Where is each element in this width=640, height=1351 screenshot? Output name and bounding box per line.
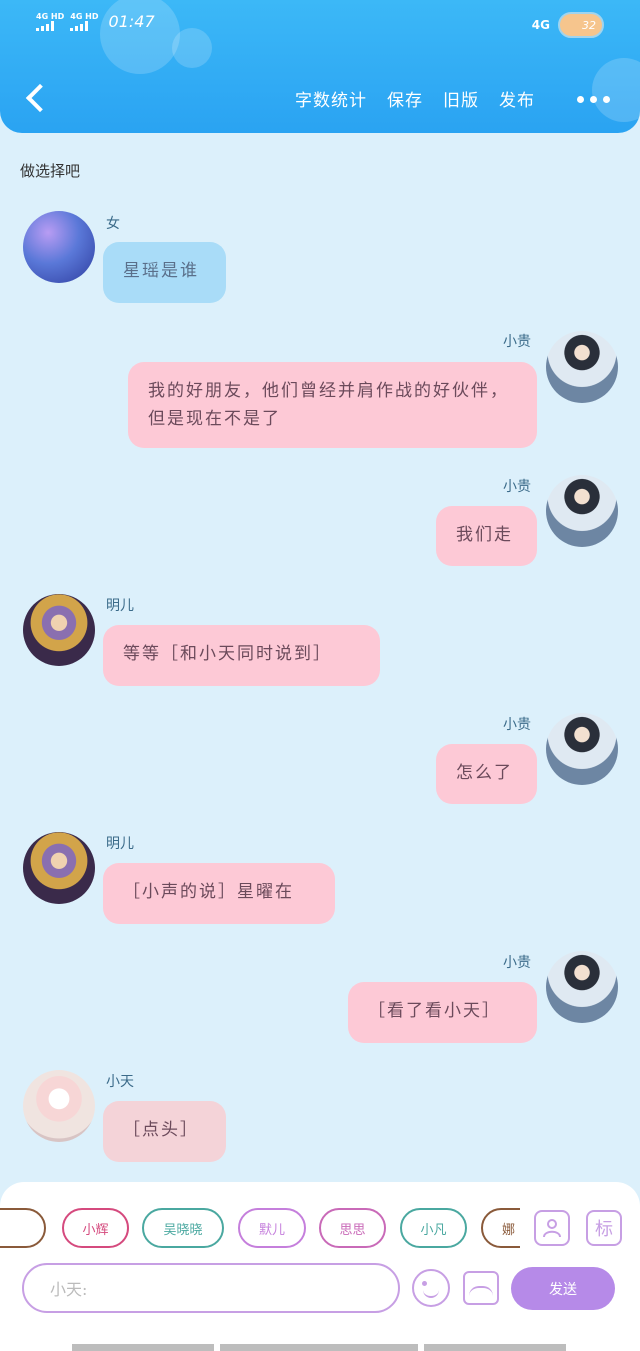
character-chip[interactable]: 吴晓晓 (142, 1208, 224, 1248)
send-button[interactable]: 发送 (511, 1267, 615, 1310)
message-bubble[interactable]: ［看了看小天］ (348, 982, 537, 1043)
message-bubble[interactable]: 我的好朋友，他们曾经并肩作战的好伙伴，但是现在不是了 (128, 362, 537, 448)
system-nav-bar (72, 1344, 214, 1351)
message-bubble[interactable]: ［小声的说］星曜在 (103, 863, 335, 924)
avatar[interactable] (23, 832, 95, 904)
system-nav-bar (424, 1344, 566, 1351)
back-arrow-icon[interactable] (24, 82, 46, 114)
top-bar: 4G HD 4G HD 01:47 4G 32 字数统计 保存 旧版 发布 (0, 0, 640, 133)
character-chip[interactable] (0, 1208, 46, 1248)
signal-icon: 4G HD (70, 12, 99, 31)
avatar[interactable] (23, 594, 95, 666)
sender-name: 小贵 (503, 479, 531, 495)
image-icon[interactable] (463, 1271, 499, 1305)
sender-name: 明儿 (106, 836, 134, 852)
avatar[interactable] (23, 211, 95, 283)
message-bubble[interactable]: 等等［和小天同时说到］ (103, 625, 380, 686)
save-button[interactable]: 保存 (387, 86, 423, 111)
more-icon[interactable] (577, 96, 610, 103)
message-bubble[interactable]: 我们走 (436, 506, 537, 566)
message-bubble[interactable]: 星瑶是谁 (103, 242, 226, 303)
avatar[interactable] (546, 475, 618, 547)
signal-label: 4G HD (36, 12, 65, 21)
avatar[interactable] (546, 331, 618, 403)
sender-name: 小天 (106, 1074, 134, 1090)
message-bubble[interactable]: ［点头］ (103, 1101, 226, 1162)
person-icon[interactable] (534, 1210, 570, 1246)
old-version-button[interactable]: 旧版 (443, 86, 479, 111)
person-icon-svg (543, 1219, 561, 1238)
sender-name: 小贵 (503, 717, 531, 733)
signal-label: 4G HD (70, 12, 99, 21)
tag-button[interactable]: 标 (586, 1210, 622, 1246)
network-indicator: 4G (531, 18, 550, 32)
publish-button[interactable]: 发布 (499, 86, 535, 111)
system-nav-bar (220, 1344, 418, 1351)
status-bar-left: 4G HD 4G HD 01:47 (36, 12, 155, 31)
word-count-button[interactable]: 字数统计 (295, 86, 367, 111)
decor-bubble (592, 58, 640, 122)
avatar[interactable] (546, 951, 618, 1023)
message-bubble[interactable]: 怎么了 (436, 744, 537, 804)
sender-name: 女 (106, 216, 120, 232)
tag-label: 标 (595, 1219, 613, 1240)
character-chip-bar[interactable]: 小辉 吴晓晓 默儿 思思 小凡 娜 (0, 1208, 520, 1248)
character-chip[interactable]: 默儿 (238, 1208, 306, 1248)
input-placeholder: 小天: (50, 1280, 88, 1299)
emoji-icon[interactable] (412, 1269, 450, 1307)
status-bar-right: 4G 32 (532, 12, 604, 38)
character-chip[interactable]: 娜 (481, 1208, 520, 1248)
battery-icon: 32 (558, 12, 604, 38)
battery-level: 32 (582, 18, 596, 32)
character-chip[interactable]: 思思 (319, 1208, 386, 1248)
sender-name: 小贵 (503, 955, 531, 971)
top-nav: 字数统计 保存 旧版 发布 (295, 86, 535, 111)
avatar[interactable] (23, 1070, 95, 1142)
message-input[interactable]: 小天: (22, 1263, 400, 1313)
decor-bubble (172, 28, 212, 68)
narration-text: 做选择吧 (20, 162, 81, 180)
sender-name: 小贵 (503, 334, 531, 350)
signal-icon: 4G HD (36, 12, 64, 31)
character-chip[interactable]: 小辉 (62, 1208, 129, 1248)
avatar[interactable] (546, 713, 618, 785)
character-chip[interactable]: 小凡 (400, 1208, 467, 1248)
clock: 01:47 (108, 12, 155, 31)
sender-name: 明儿 (106, 598, 134, 614)
